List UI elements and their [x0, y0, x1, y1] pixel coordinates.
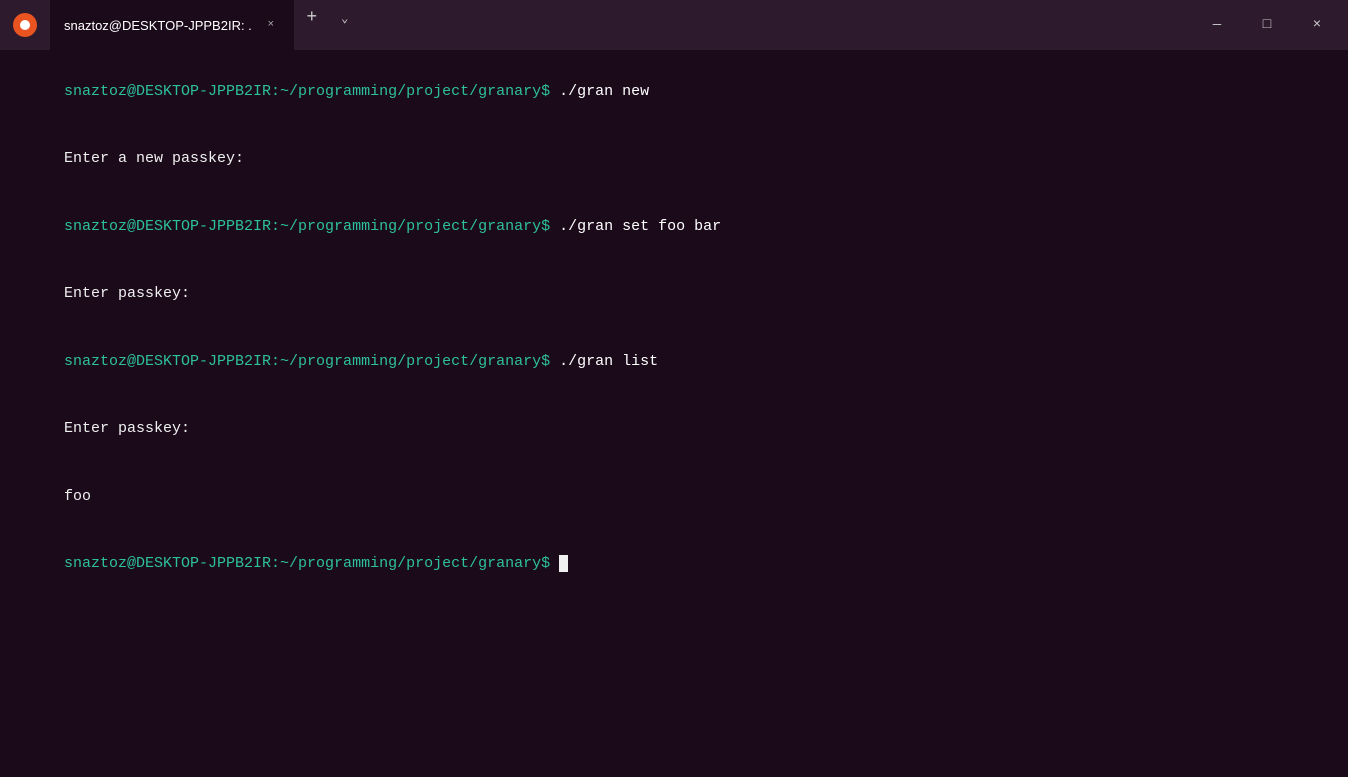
terminal-output-4: foo — [10, 463, 1338, 531]
output-text-2: Enter passkey: — [64, 285, 190, 302]
cmd-4 — [550, 555, 559, 572]
tab-title: snaztoz@DESKTOP-JPPB2IR: . — [64, 18, 252, 33]
dollar-3: $ — [541, 353, 550, 370]
minimize-button[interactable]: — — [1194, 0, 1240, 50]
tab-close-button[interactable]: × — [262, 16, 280, 34]
prompt-2: snaztoz@DESKTOP-JPPB2IR:~/programming/pr… — [64, 218, 541, 235]
terminal-line-2: snaztoz@DESKTOP-JPPB2IR:~/programming/pr… — [10, 193, 1338, 261]
dollar-1: $ — [541, 83, 550, 100]
output-text-4: foo — [64, 488, 91, 505]
ubuntu-icon — [0, 0, 50, 50]
terminal-line-4: snaztoz@DESKTOP-JPPB2IR:~/programming/pr… — [10, 531, 1338, 599]
titlebar: snaztoz@DESKTOP-JPPB2IR: . × + ⌄ — □ × — [0, 0, 1348, 50]
terminal-window: snaztoz@DESKTOP-JPPB2IR: . × + ⌄ — □ × s… — [0, 0, 1348, 777]
cmd-2: ./gran set foo bar — [550, 218, 721, 235]
prompt-3: snaztoz@DESKTOP-JPPB2IR:~/programming/pr… — [64, 353, 541, 370]
window-controls: — □ × — [1194, 0, 1348, 50]
window-close-button[interactable]: × — [1294, 0, 1340, 50]
terminal-output-2: Enter passkey: — [10, 261, 1338, 329]
maximize-button[interactable]: □ — [1244, 0, 1290, 50]
terminal-output-3: Enter passkey: — [10, 396, 1338, 464]
terminal-output-1: Enter a new passkey: — [10, 126, 1338, 194]
cmd-3: ./gran list — [550, 353, 658, 370]
terminal-line-3: snaztoz@DESKTOP-JPPB2IR:~/programming/pr… — [10, 328, 1338, 396]
terminal-body[interactable]: snaztoz@DESKTOP-JPPB2IR:~/programming/pr… — [0, 50, 1348, 777]
dollar-2: $ — [541, 218, 550, 235]
dollar-4: $ — [541, 555, 550, 572]
prompt-1: snaztoz@DESKTOP-JPPB2IR:~/programming/pr… — [64, 83, 541, 100]
dropdown-button[interactable]: ⌄ — [330, 0, 360, 36]
output-text-1: Enter a new passkey: — [64, 150, 244, 167]
active-tab[interactable]: snaztoz@DESKTOP-JPPB2IR: . × — [50, 0, 294, 50]
terminal-line-1: snaztoz@DESKTOP-JPPB2IR:~/programming/pr… — [10, 58, 1338, 126]
tab-area: snaztoz@DESKTOP-JPPB2IR: . × + ⌄ — [50, 0, 1194, 50]
prompt-4: snaztoz@DESKTOP-JPPB2IR:~/programming/pr… — [64, 555, 541, 572]
terminal-cursor — [559, 555, 568, 572]
cmd-1: ./gran new — [550, 83, 649, 100]
output-text-3: Enter passkey: — [64, 420, 190, 437]
new-tab-button[interactable]: + — [294, 0, 330, 36]
